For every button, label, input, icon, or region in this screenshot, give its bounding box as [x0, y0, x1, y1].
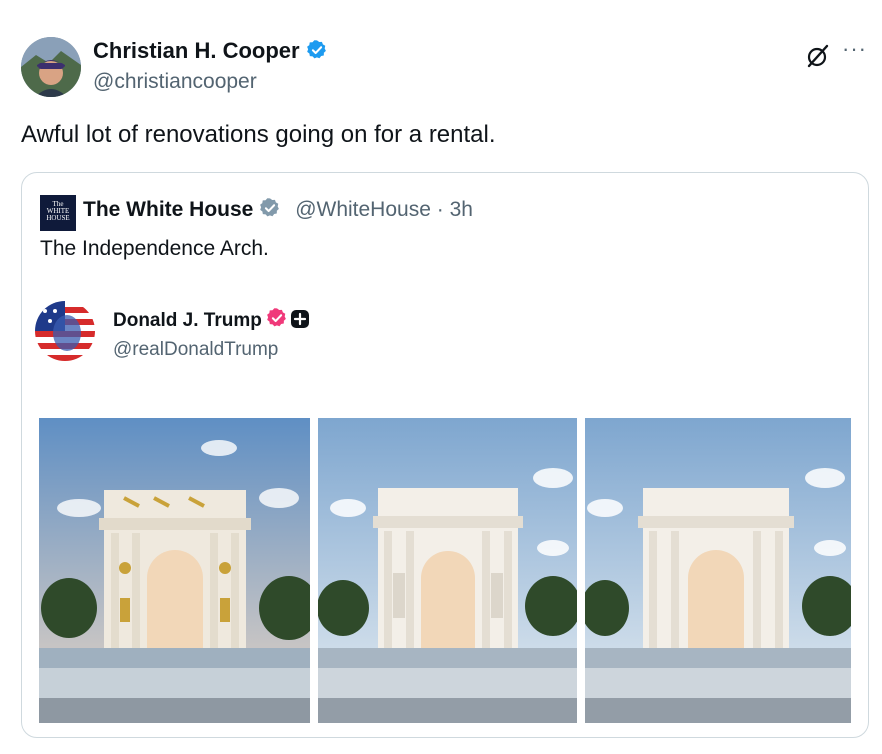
author-handle[interactable]: @christiancooper [93, 70, 257, 94]
author-name[interactable]: Christian H. Cooper [93, 38, 328, 67]
quote-author-handle[interactable]: @WhiteHouse [295, 198, 431, 221]
quote-time[interactable]: 3h [450, 198, 473, 221]
arch-image-gold[interactable] [39, 418, 310, 723]
quote-author-name[interactable]: The White House [83, 198, 253, 221]
verified-gray-badge-icon [259, 197, 281, 225]
plus-badge-icon [290, 309, 309, 328]
embedded-author-name: Donald J. Trump [113, 307, 309, 332]
avatar[interactable] [21, 37, 81, 97]
quote-separator: · [430, 198, 450, 221]
more-button[interactable]: ··· [842, 36, 867, 62]
verified-pink-badge-icon [266, 307, 286, 327]
author-name-label[interactable]: Christian H. Cooper [93, 38, 300, 63]
embedded-avatar [35, 301, 95, 361]
tweet-text: Awful lot of renovations going on for a … [21, 121, 496, 148]
quote-tweet[interactable]: The WHITE HOUSE The White House @WhiteHous… [21, 172, 869, 738]
embedded-author-handle: @realDonaldTrump [113, 339, 279, 360]
embedded-author-name-label: Donald J. Trump [113, 310, 262, 331]
arch-image-statues[interactable] [318, 418, 577, 723]
grok-icon[interactable] [805, 43, 831, 74]
verified-badge-icon[interactable] [306, 39, 328, 67]
arch-image-white[interactable] [585, 418, 851, 723]
white-house-logo[interactable]: The WHITE HOUSE [40, 195, 76, 231]
quote-text: The Independence Arch. [40, 237, 269, 260]
quote-header[interactable]: The White House @WhiteHouse · 3h [83, 197, 473, 225]
